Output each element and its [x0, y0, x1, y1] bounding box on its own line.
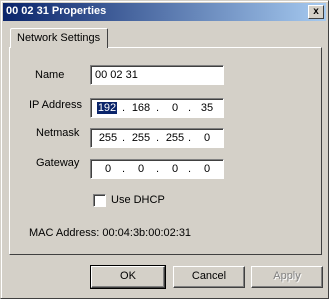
netmask-dot-3: .: [188, 132, 192, 144]
netmask-dot-1: .: [122, 132, 126, 144]
close-button[interactable]: x: [308, 5, 324, 19]
use-dhcp-checkbox[interactable]: [93, 194, 106, 207]
title-bar[interactable]: 00 02 31 Properties x: [3, 3, 326, 21]
gateway-octet-1: 0: [104, 163, 112, 175]
name-label: Name: [35, 69, 65, 81]
ip-address-field[interactable]: 192 . 168 . 0 . 35: [90, 98, 224, 118]
close-icon: x: [313, 6, 319, 17]
mac-address-text: MAC Address: 00:04:3b:00:02:31: [29, 227, 192, 239]
gateway-label: Gateway: [36, 157, 80, 169]
tab-label: Network Settings: [17, 32, 101, 44]
cancel-button[interactable]: Cancel: [173, 266, 245, 288]
ip-address-label: IP Address: [29, 99, 82, 111]
tab-network-settings[interactable]: Network Settings: [10, 28, 108, 48]
netmask-octet-4: 0: [203, 132, 211, 144]
ip-octet-4: 35: [200, 102, 214, 114]
ip-dot-2: .: [156, 102, 160, 114]
gateway-dot-2: .: [156, 163, 160, 175]
ok-button[interactable]: OK: [90, 265, 166, 289]
name-field[interactable]: 00 02 31: [90, 65, 224, 85]
ip-octet-1: 192: [97, 102, 117, 114]
name-value: 00 02 31: [95, 69, 138, 81]
properties-dialog: 00 02 31 Properties x Network Settings N…: [0, 0, 329, 299]
netmask-field[interactable]: 255 . 255 . 255 . 0: [90, 128, 224, 148]
use-dhcp-label[interactable]: Use DHCP: [111, 194, 165, 206]
ip-dot-3: .: [188, 102, 192, 114]
netmask-label: Netmask: [36, 127, 80, 139]
gateway-field[interactable]: 0 . 0 . 0 . 0: [90, 159, 224, 179]
ip-dot-1: .: [122, 102, 126, 114]
gateway-dot-3: .: [188, 163, 192, 175]
window-title: 00 02 31 Properties: [6, 5, 107, 17]
gateway-octet-4: 0: [203, 163, 211, 175]
netmask-octet-1: 255: [98, 132, 118, 144]
gateway-dot-1: .: [122, 163, 126, 175]
gateway-octet-3: 0: [171, 163, 179, 175]
ip-octet-3: 0: [171, 102, 179, 114]
gateway-octet-2: 0: [137, 163, 145, 175]
netmask-octet-2: 255: [131, 132, 151, 144]
apply-button[interactable]: Apply: [251, 266, 323, 288]
netmask-dot-2: .: [156, 132, 160, 144]
ip-octet-2: 168: [131, 102, 151, 114]
netmask-octet-3: 255: [165, 132, 185, 144]
